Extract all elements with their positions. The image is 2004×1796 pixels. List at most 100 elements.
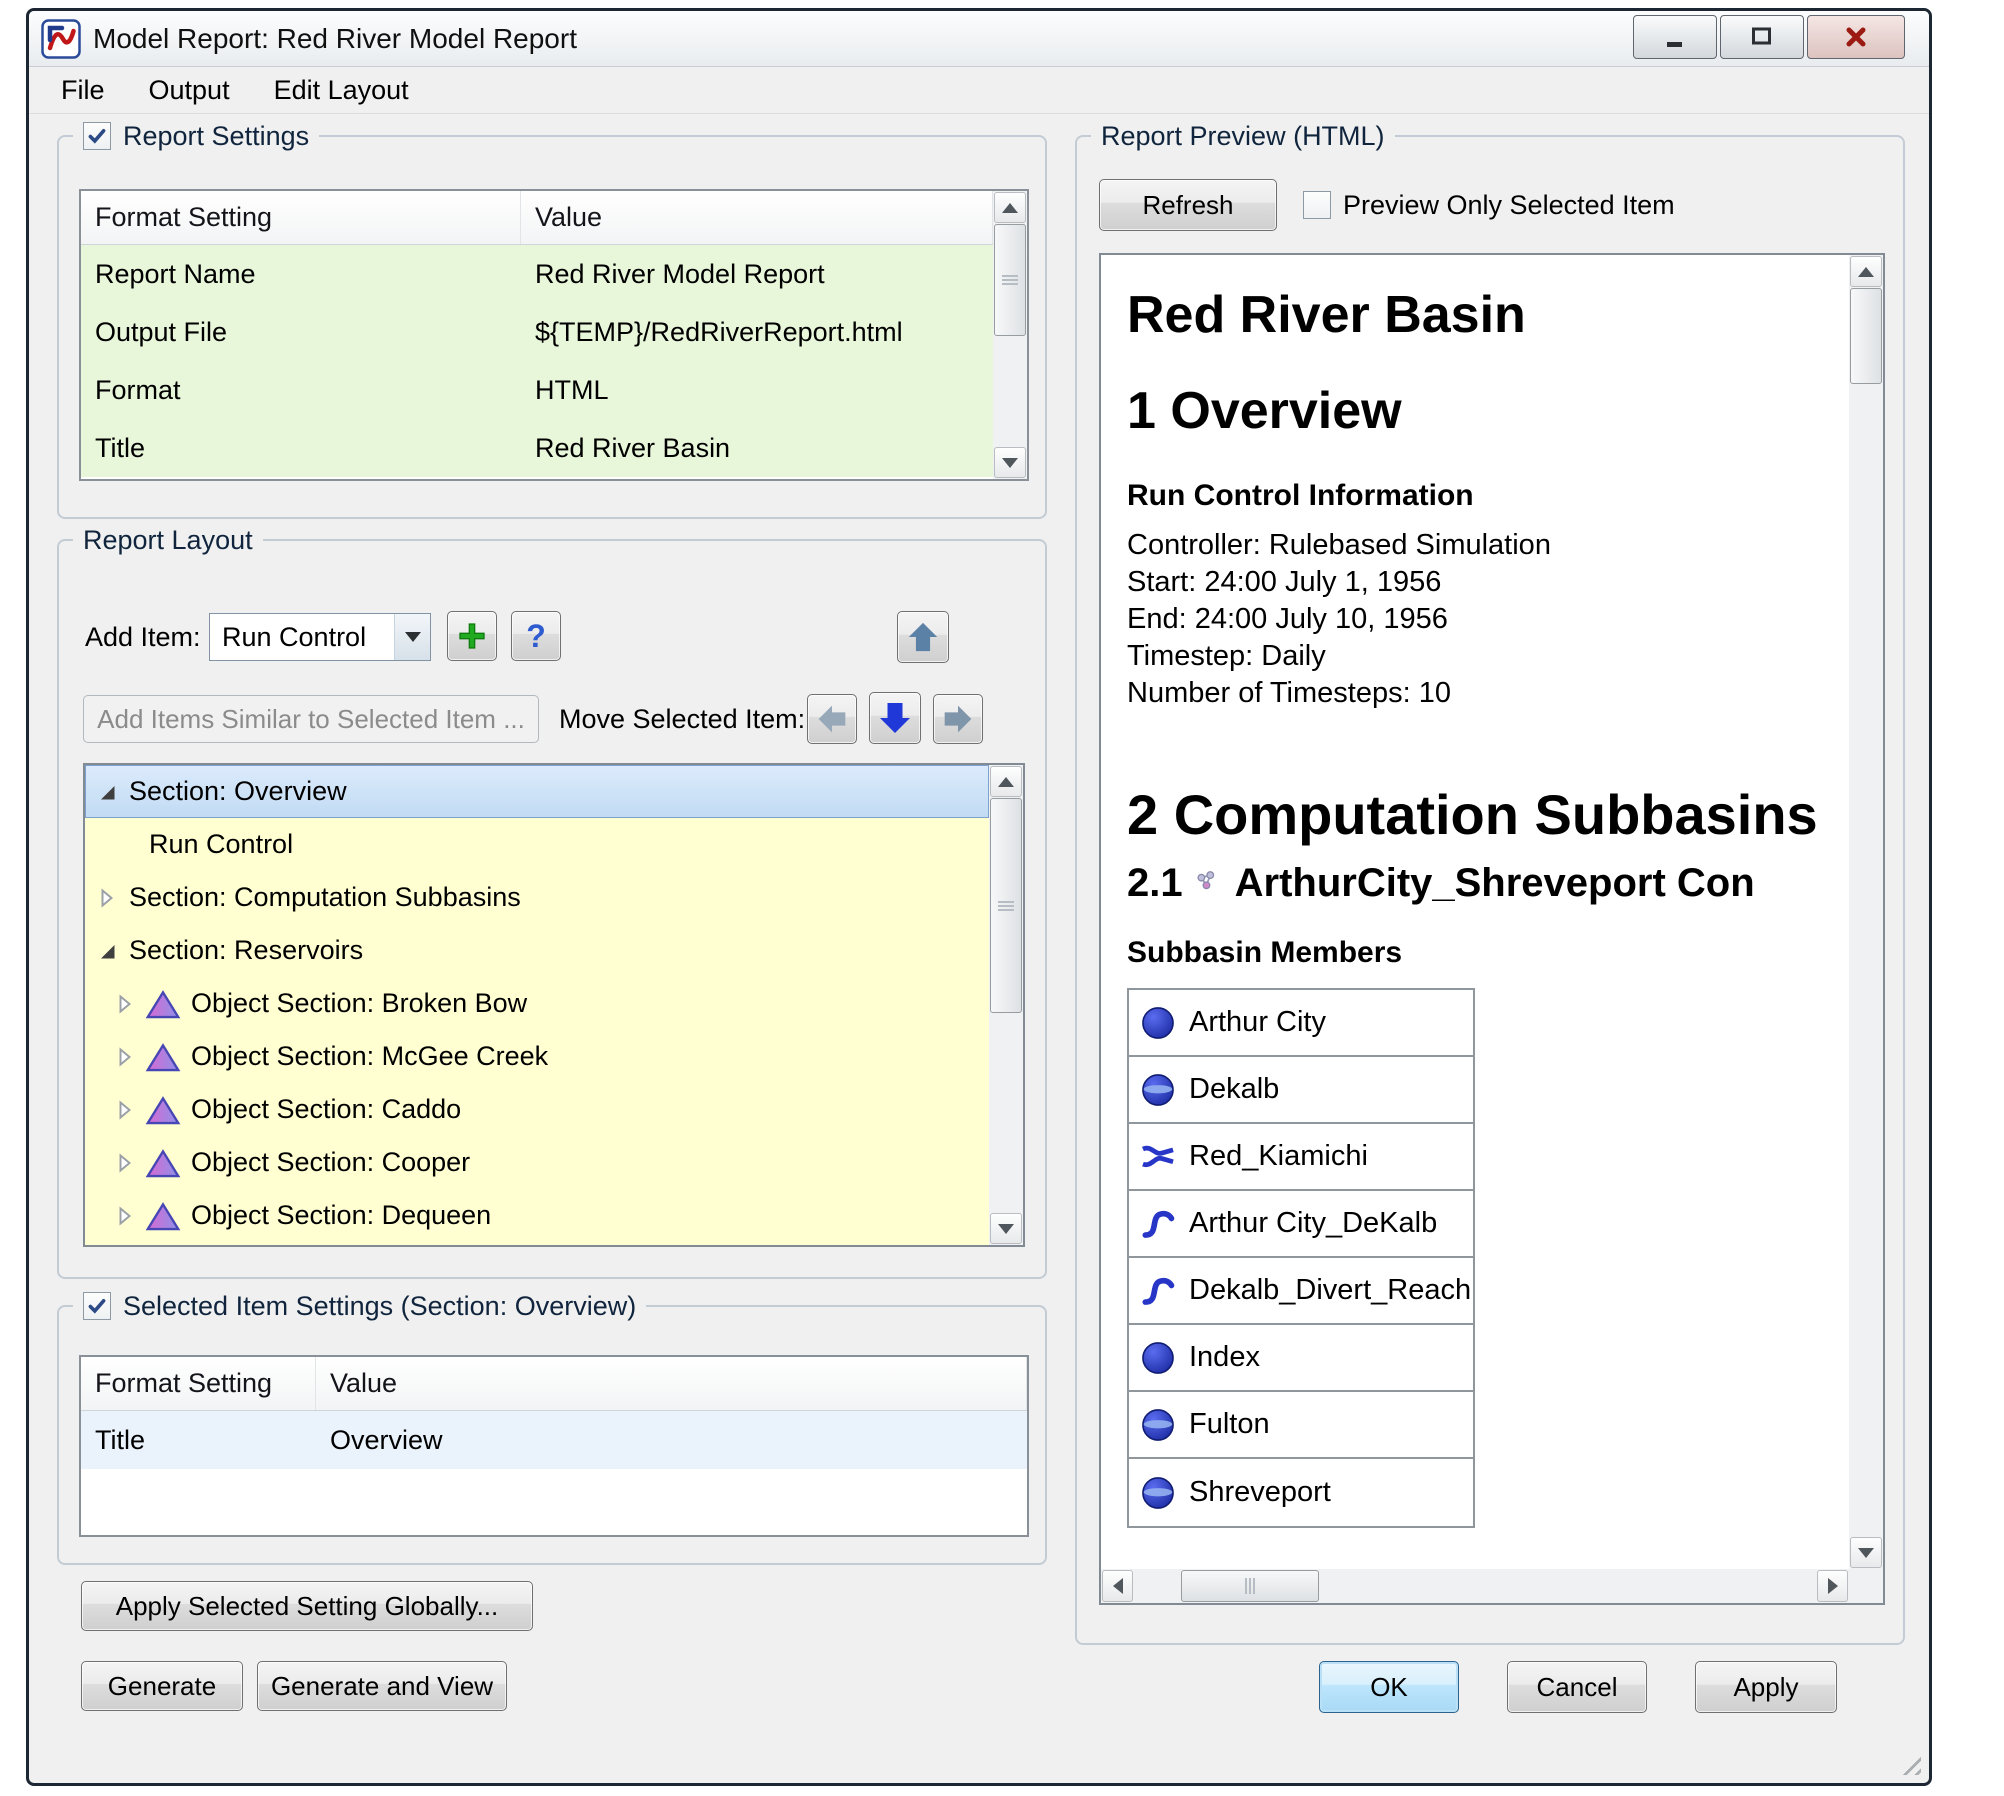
member-row: Dekalb: [1129, 1057, 1473, 1124]
apply-button[interactable]: Apply: [1695, 1661, 1837, 1713]
scrollbar-up-button[interactable]: [1850, 256, 1882, 287]
doc-section1-heading: 1 Overview: [1127, 381, 1849, 441]
apply-selected-setting-globally-button[interactable]: Apply Selected Setting Globally...: [81, 1581, 533, 1631]
move-up-button[interactable]: [897, 611, 949, 663]
minimize-button[interactable]: [1633, 15, 1717, 59]
expander-collapsed-icon[interactable]: [95, 886, 119, 910]
table-row[interactable]: Output File ${TEMP}/RedRiverReport.html: [81, 303, 993, 361]
tree-item-object-caddo[interactable]: Object Section: Caddo: [85, 1083, 989, 1136]
selected-item-settings-checkbox[interactable]: [83, 1292, 111, 1320]
scrollbar-thumb[interactable]: [1181, 1570, 1319, 1602]
resize-grip[interactable]: [1897, 1751, 1921, 1775]
tree-item-label: Object Section: Broken Bow: [191, 988, 527, 1019]
setting-value: Overview: [316, 1411, 1027, 1469]
tree-item-run-control[interactable]: Run Control: [85, 818, 989, 871]
scrollbar-left-button[interactable]: [1102, 1570, 1133, 1602]
column-header-format-setting[interactable]: Format Setting: [81, 191, 521, 244]
cancel-button[interactable]: Cancel: [1507, 1661, 1647, 1713]
expander-collapsed-icon[interactable]: [113, 992, 137, 1016]
maximize-icon: [1748, 23, 1776, 51]
close-button[interactable]: [1807, 15, 1905, 59]
tree-item-object-cooper[interactable]: Object Section: Cooper: [85, 1136, 989, 1189]
scrollbar-thumb[interactable]: [990, 798, 1022, 1013]
move-right-button[interactable]: [933, 694, 983, 744]
member-name: Fulton: [1189, 1408, 1270, 1441]
title-bar[interactable]: Model Report: Red River Model Report: [29, 11, 1929, 67]
reservoir-icon: [145, 1200, 181, 1232]
generate-button[interactable]: Generate: [81, 1661, 243, 1711]
menu-file[interactable]: File: [39, 68, 127, 114]
horizontal-scrollbar[interactable]: [1101, 1569, 1849, 1603]
preview-document: Red River Basin 1 Overview Run Control I…: [1101, 255, 1849, 1569]
add-item-label: Add Item:: [85, 622, 201, 653]
vertical-scrollbar[interactable]: [1849, 255, 1883, 1569]
column-header-value[interactable]: Value: [316, 1357, 1027, 1410]
column-header-format-setting[interactable]: Format Setting: [81, 1357, 316, 1410]
menu-edit-layout[interactable]: Edit Layout: [252, 68, 431, 114]
tree-item-label: Object Section: Cooper: [191, 1147, 470, 1178]
tree-item-section-overview[interactable]: Section: Overview: [85, 765, 989, 818]
gage-icon: [1139, 1071, 1177, 1109]
scrollbar-up-button[interactable]: [994, 192, 1026, 223]
reservoir-icon: [145, 1041, 181, 1073]
expander-collapsed-icon[interactable]: [113, 1045, 137, 1069]
report-settings-checkbox[interactable]: [83, 122, 111, 150]
member-row: Dekalb_Divert_Reach: [1129, 1258, 1473, 1325]
tree-item-object-dequeen[interactable]: Object Section: Dequeen: [85, 1189, 989, 1242]
window-title: Model Report: Red River Model Report: [93, 11, 577, 67]
add-similar-button[interactable]: Add Items Similar to Selected Item ...: [83, 695, 539, 743]
scroll-up-icon: [1002, 203, 1018, 213]
vertical-scrollbar[interactable]: [993, 191, 1027, 479]
gage-icon: [1139, 1339, 1177, 1377]
expander-expanded-icon[interactable]: [95, 939, 119, 963]
report-preview-label: Report Preview (HTML): [1101, 121, 1385, 152]
scroll-left-icon: [1113, 1578, 1123, 1594]
help-button[interactable]: ?: [511, 611, 561, 661]
scrollbar-down-button[interactable]: [994, 447, 1026, 478]
expander-collapsed-icon[interactable]: [113, 1098, 137, 1122]
scrollbar-down-button[interactable]: [990, 1213, 1022, 1244]
tree-item-object-broken-bow[interactable]: Object Section: Broken Bow: [85, 977, 989, 1030]
scrollbar-down-button[interactable]: [1850, 1537, 1882, 1568]
generate-and-view-button[interactable]: Generate and View: [257, 1661, 507, 1711]
move-down-icon: [877, 700, 913, 736]
doc-title: Red River Basin: [1127, 285, 1849, 345]
table-row[interactable]: Format HTML: [81, 361, 993, 419]
section-name: ArthurCity_Shreveport Con: [1235, 861, 1755, 906]
scrollbar-thumb[interactable]: [994, 224, 1026, 336]
table-row[interactable]: Title Overview: [81, 1411, 1027, 1469]
move-up-icon: [906, 620, 940, 654]
scrollbar-thumb[interactable]: [1850, 288, 1882, 384]
maximize-button[interactable]: [1720, 15, 1804, 59]
preview-only-selected-item-checkbox[interactable]: [1303, 191, 1331, 219]
expander-expanded-icon[interactable]: [95, 780, 119, 804]
add-item-combobox[interactable]: Run Control: [209, 613, 431, 661]
selected-item-settings-label: Selected Item Settings (Section: Overvie…: [123, 1291, 636, 1322]
reach-icon: [1139, 1205, 1177, 1243]
menu-output[interactable]: Output: [127, 68, 252, 114]
report-settings-label: Report Settings: [123, 121, 309, 152]
refresh-button[interactable]: Refresh: [1099, 179, 1277, 231]
tree-item-section-computation-subbasins[interactable]: Section: Computation Subbasins: [85, 871, 989, 924]
chevron-down-icon[interactable]: [394, 614, 430, 660]
tree-item-object-mcgee-creek[interactable]: Object Section: McGee Creek: [85, 1030, 989, 1083]
table-row[interactable]: Title Red River Basin: [81, 419, 993, 477]
menu-bar: File Output Edit Layout: [29, 68, 1929, 114]
gage-icon: [1139, 1004, 1177, 1042]
add-item-button[interactable]: [447, 611, 497, 661]
preview-pane[interactable]: Red River Basin 1 Overview Run Control I…: [1099, 253, 1885, 1605]
check-icon: [86, 125, 108, 147]
scrollbar-up-button[interactable]: [990, 766, 1022, 797]
vertical-scrollbar[interactable]: [989, 765, 1023, 1245]
expander-collapsed-icon[interactable]: [113, 1151, 137, 1175]
column-header-value[interactable]: Value: [521, 191, 993, 244]
expander-collapsed-icon[interactable]: [113, 1204, 137, 1228]
scrollbar-right-button[interactable]: [1817, 1570, 1848, 1602]
table-row[interactable]: Report Name Red River Model Report: [81, 245, 993, 303]
move-left-button[interactable]: [807, 694, 857, 744]
member-name: Arthur City: [1189, 1006, 1326, 1039]
tree-item-section-reservoirs[interactable]: Section: Reservoirs: [85, 924, 989, 977]
ok-button[interactable]: OK: [1319, 1661, 1459, 1713]
setting-value: ${TEMP}/RedRiverReport.html: [521, 303, 993, 361]
move-down-button[interactable]: [869, 692, 921, 744]
